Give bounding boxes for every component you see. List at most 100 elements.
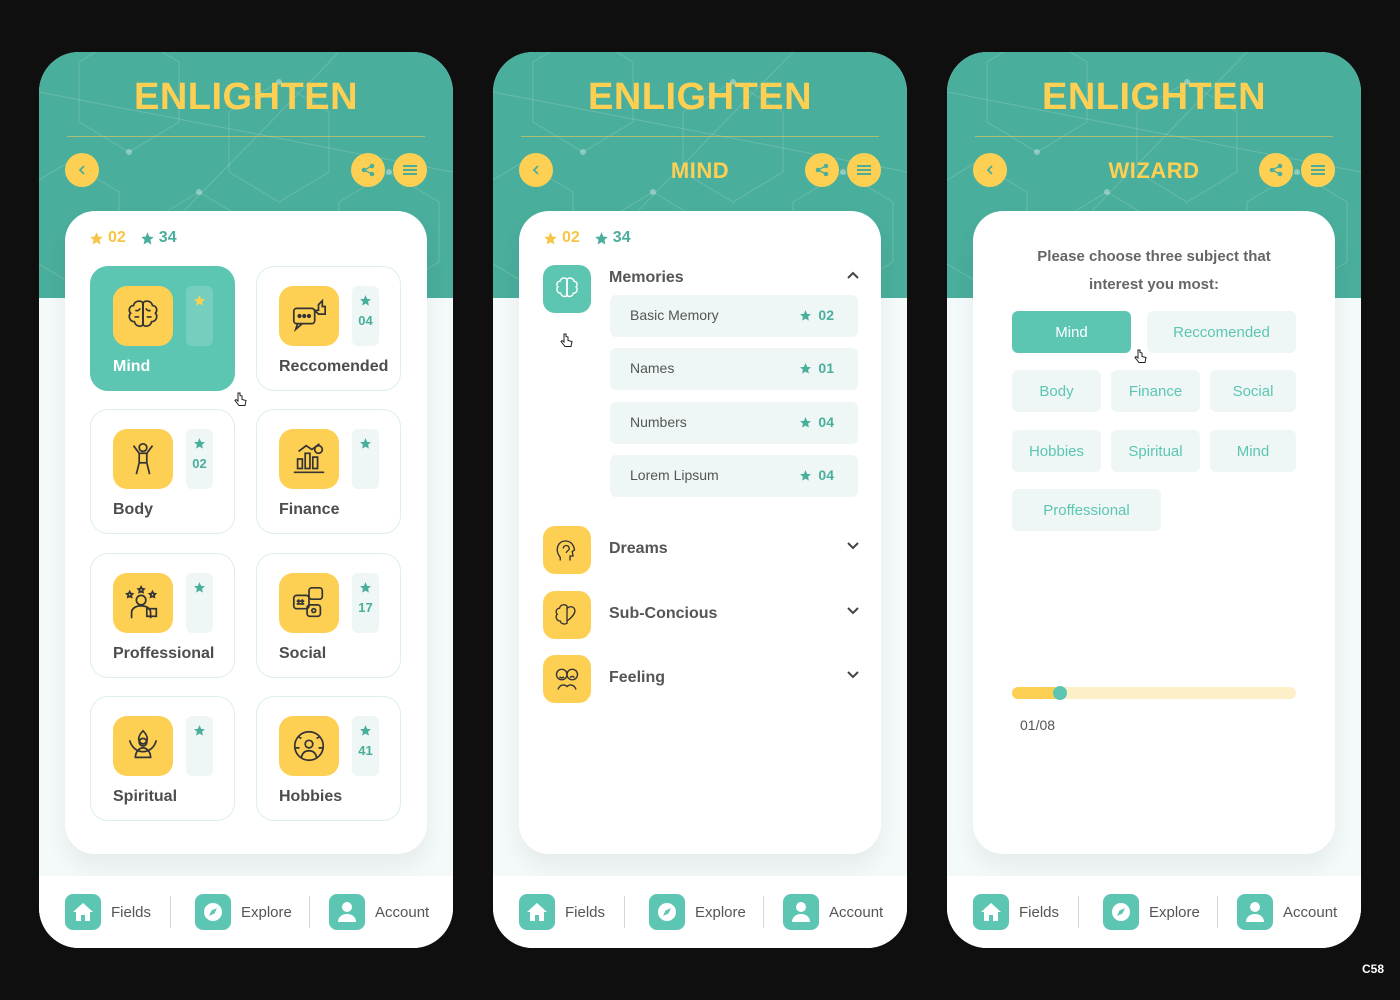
green-star-stat: 34 [594, 229, 631, 247]
compass-icon [1112, 903, 1130, 921]
tile-social[interactable]: 17 Social [256, 553, 401, 678]
chevron-down-icon [847, 607, 859, 615]
brain-icon [556, 277, 578, 298]
nav-explore[interactable]: Explore [1103, 894, 1200, 930]
tile-reccomended[interactable]: 04 Reccomended [256, 266, 401, 391]
nav-account-label: Account [375, 903, 430, 921]
yellow-star-stat: 02 [543, 229, 580, 247]
wizard-question: Please choose three subject that interes… [973, 243, 1335, 299]
sub-item-names[interactable]: Names 01 [610, 348, 858, 390]
nav-explore[interactable]: Explore [649, 894, 746, 930]
yellow-star-count: 02 [108, 229, 126, 246]
star-icon [194, 725, 205, 736]
star-icon [360, 582, 371, 593]
brand-divider [521, 136, 879, 137]
star-icon [595, 231, 608, 244]
nav-divider [624, 896, 625, 928]
tile-proffessional[interactable]: Proffessional [90, 553, 235, 678]
chip-proffessional[interactable]: Proffessional [1012, 489, 1161, 531]
social-chat-icon [292, 586, 324, 618]
share-button[interactable] [351, 153, 385, 187]
hand-cursor-icon [1134, 349, 1147, 363]
sub-item-lorem-lipsum[interactable]: Lorem Lipsum 04 [610, 455, 858, 497]
brand-title: ENLIGHTEN [133, 76, 359, 118]
star-icon [800, 469, 812, 481]
share-button[interactable] [1259, 153, 1293, 187]
tile-icon-box [279, 573, 339, 633]
menu-button[interactable] [847, 153, 881, 187]
tile-spiritual[interactable]: Spiritual [90, 696, 235, 821]
compass-icon-box [649, 894, 685, 930]
chip-hobbies[interactable]: Hobbies [1012, 430, 1101, 472]
tile-icon-box [279, 716, 339, 776]
chip-body[interactable]: Body [1012, 370, 1101, 412]
tile-hobbies[interactable]: 41 Hobbies [256, 696, 401, 821]
accordion-icon-box [543, 265, 591, 313]
nav-explore-label: Explore [1149, 903, 1200, 921]
accordion-feeling[interactable]: Feeling [543, 655, 859, 703]
star-stats: 02 34 [543, 229, 645, 247]
nav-account[interactable]: Account [1237, 894, 1337, 930]
dream-head-icon [556, 540, 576, 561]
compass-icon [204, 903, 222, 921]
bottom-nav: Fields Explore Account [39, 876, 453, 948]
nav-fields-label: Fields [111, 903, 152, 921]
accordion-icon-box [543, 655, 591, 703]
tile-finance[interactable]: Finance [256, 409, 401, 534]
sub-item-label: Names [630, 360, 675, 376]
tile-icon-box [113, 429, 173, 489]
compass-icon-box [1103, 894, 1139, 930]
tile-body[interactable]: 02 Body [90, 409, 235, 534]
user-icon-box [329, 894, 365, 930]
tile-count: 41 [358, 743, 373, 758]
nav-fields-label: Fields [565, 903, 606, 921]
corner-tag: C58 [1361, 962, 1384, 976]
chevron-down-icon [847, 542, 859, 550]
sub-item-count-value: 02 [818, 307, 834, 323]
brain-icon [128, 300, 158, 328]
tile-mind[interactable]: Mind [90, 266, 235, 391]
sub-item-count-value: 04 [818, 467, 834, 483]
tile-icon-box [279, 286, 339, 346]
share-button[interactable] [805, 153, 839, 187]
sub-item-numbers[interactable]: Numbers 04 [610, 402, 858, 444]
nav-account[interactable]: Account [783, 894, 883, 930]
body-icon [132, 442, 154, 475]
menu-button[interactable] [393, 153, 427, 187]
sub-item-basic-memory[interactable]: Basic Memory 02 [610, 295, 858, 337]
home-icon-box [973, 894, 1009, 930]
chip-social[interactable]: Social [1210, 370, 1296, 412]
tile-label: Mind [113, 358, 151, 375]
back-button[interactable] [65, 153, 99, 187]
accordion-dreams[interactable]: Dreams [543, 526, 859, 574]
menu-button[interactable] [1301, 153, 1335, 187]
user-icon [338, 902, 356, 922]
nav-fields[interactable]: Fields [973, 894, 1059, 930]
home-icon [981, 903, 1001, 921]
tile-label: Body [113, 501, 153, 518]
chip-mind[interactable]: Mind [1012, 311, 1131, 353]
mind-card: 02 34 Memories Basic Memory 02 Names 01 … [519, 211, 881, 854]
meditation-icon [128, 729, 158, 759]
nav-divider [309, 896, 310, 928]
accordion-sub-concious[interactable]: Sub-Concious [543, 591, 859, 639]
screen-title: MIND [670, 158, 730, 183]
bottom-nav: Fields Explore Account [493, 876, 907, 948]
nav-fields[interactable]: Fields [519, 894, 605, 930]
tile-icon-box [113, 716, 173, 776]
chevron-up-icon [847, 271, 859, 279]
chip-finance[interactable]: Finance [1111, 370, 1200, 412]
nav-account[interactable]: Account [329, 894, 429, 930]
green-star-count: 34 [158, 229, 177, 246]
accordion-label: Memories [609, 269, 684, 286]
accordion-label: Feeling [609, 669, 666, 686]
nav-fields[interactable]: Fields [65, 894, 151, 930]
nav-divider [1078, 896, 1079, 928]
chip-mind-2[interactable]: Mind [1210, 430, 1296, 472]
tile-counter: 41 [352, 716, 379, 776]
progress-handle[interactable] [1053, 686, 1068, 700]
chip-reccomended[interactable]: Reccomended [1147, 311, 1296, 353]
sub-item-count: 01 [799, 360, 834, 376]
nav-explore[interactable]: Explore [195, 894, 292, 930]
chip-spiritual[interactable]: Spiritual [1111, 430, 1200, 472]
